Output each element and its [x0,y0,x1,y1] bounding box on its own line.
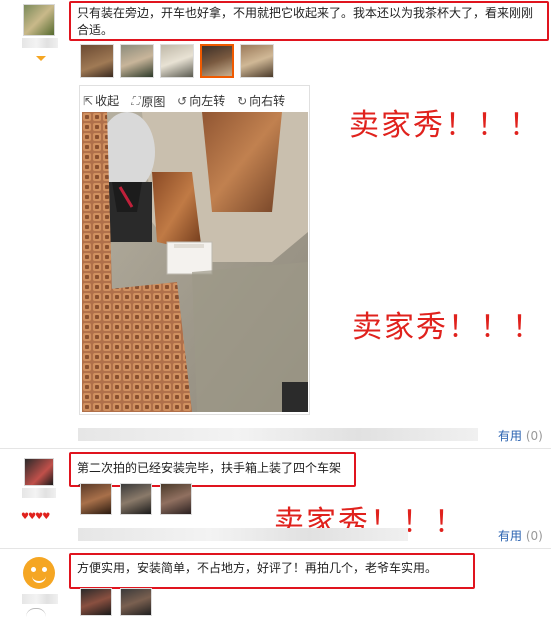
image-viewer: ⇱ 收起 ⛶ 原图 ↺ 向左转 ↻ 向右转 [79,85,310,415]
dropdown-arrow-icon[interactable] [36,56,46,61]
rotate-left-button[interactable]: ↺ 向左转 [177,92,225,109]
review-meta-blurred [78,428,478,441]
review-thumbnail[interactable] [80,588,112,616]
rotate-right-icon: ↻ [237,93,248,108]
review-text-box: 第二次拍的已经安装完毕，扶手箱上装了四个车架~ [69,452,356,492]
review-thumbnail[interactable] [80,44,114,78]
review-photo[interactable] [82,112,308,412]
username-blurred [22,488,56,498]
user-avatar[interactable] [24,458,54,486]
original-image-icon: ⛶ [130,93,140,108]
collapse-button[interactable]: ⇱ 收起 [83,92,119,109]
username-blurred [22,594,58,604]
helpful-button[interactable]: 有用 (0) [498,427,543,444]
seller-show-annotation: 卖家秀！！！ [349,108,541,143]
collapse-icon: ⇱ [83,93,94,108]
review-thumbnail-selected[interactable] [200,44,234,78]
review-divider [0,548,551,549]
review-meta-blurred [78,528,408,541]
car-interior-photo [82,112,308,412]
original-image-button[interactable]: ⛶ 原图 [131,93,165,110]
review-text: 方便实用，安装简单，不占地方，好评了！再拍几个，老爷车实用。 [77,561,438,575]
review-divider [0,448,551,449]
image-toolbar: ⇱ 收起 ⛶ 原图 ↺ 向左转 ↻ 向右转 [83,92,293,110]
review-text: 只有装在旁边，开车也好拿，不用就把它收起来了。我本还以为我茶杯大了，看来刚刚合适… [77,6,534,37]
review-text-box: 方便实用，安装简单，不占地方，好评了！再拍几个，老爷车实用。 [69,553,475,589]
seller-show-annotation: 卖家秀！！！ [352,310,544,345]
default-avatar-icon[interactable] [23,557,55,589]
review-text-box: 只有装在旁边，开车也好拿，不用就把它收起来了。我本还以为我茶杯大了，看来刚刚合适… [69,1,549,41]
rotate-right-button[interactable]: ↻ 向右转 [237,92,285,109]
username-blurred [22,38,58,48]
rotate-left-icon: ↺ [177,93,188,108]
review-text: 第二次拍的已经安装完毕，扶手箱上装了四个车架~ [77,461,342,492]
review-thumbnail[interactable] [160,44,194,78]
review-thumbnail[interactable] [160,483,192,515]
user-avatar[interactable] [23,4,55,36]
review-thumbnail[interactable] [240,44,274,78]
review-thumbnail[interactable] [80,483,112,515]
review-thumbnail[interactable] [120,483,152,515]
review-thumbnail[interactable] [120,44,154,78]
helpful-button[interactable]: 有用 (0) [498,527,543,544]
review-thumbnail[interactable] [120,588,152,616]
user-level-badge: ♥♥♥♥ [21,512,50,522]
